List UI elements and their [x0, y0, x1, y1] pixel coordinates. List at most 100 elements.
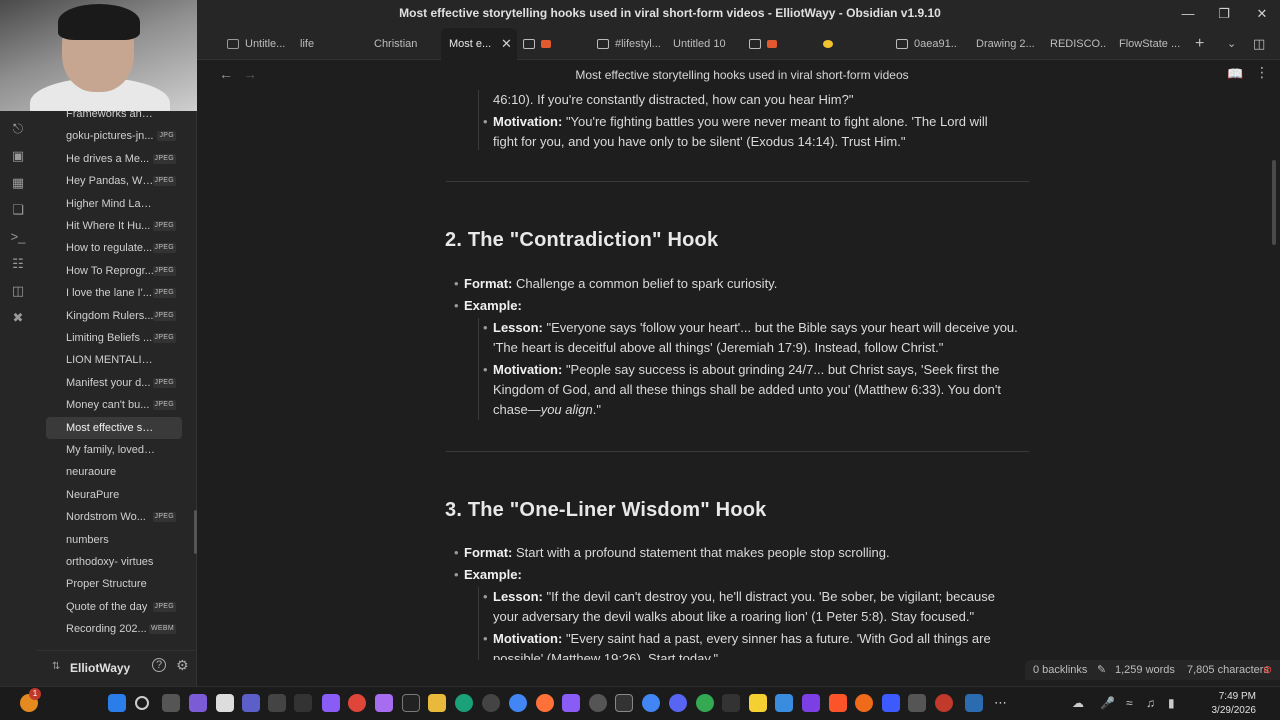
app-icon[interactable]: [375, 694, 393, 712]
tab-untitled-10[interactable]: Untitled 10: [673, 28, 733, 60]
file-item[interactable]: numbers: [46, 529, 182, 551]
file-item[interactable]: Higher Mind Labs 10: [46, 193, 182, 215]
tab-most-effective[interactable]: Most e... ✕: [441, 28, 517, 60]
help-icon[interactable]: ?: [152, 658, 166, 672]
settings-gear-icon[interactable]: ⚙: [176, 657, 189, 674]
app-icon[interactable]: [908, 694, 926, 712]
vault-name[interactable]: ElliotWayy: [70, 661, 130, 675]
file-item[interactable]: Hey Pandas, Wh... JPEG: [46, 170, 182, 192]
battery-icon[interactable]: ▮: [1168, 696, 1175, 710]
vault-switch-icon[interactable]: ⇅: [52, 661, 60, 672]
opera-icon[interactable]: [935, 694, 953, 712]
start-icon[interactable]: [108, 694, 126, 712]
app-icon[interactable]: [722, 694, 740, 712]
file-item[interactable]: My family, loved ones: [46, 439, 182, 461]
obsidian-active-icon[interactable]: [562, 694, 580, 712]
editor-scrollbar[interactable]: [1272, 160, 1276, 245]
tab-flowstate[interactable]: FlowState ...: [1119, 28, 1181, 60]
chrome-icon[interactable]: [642, 694, 660, 712]
microphone-tray-icon[interactable]: 🎤: [1100, 696, 1115, 710]
tab-drawing[interactable]: Drawing 2...: [976, 28, 1036, 60]
file-item[interactable]: goku-pictures-jn... JPG: [46, 125, 182, 147]
maximize-button[interactable]: ❐: [1210, 4, 1238, 24]
task-view-icon[interactable]: [162, 694, 180, 712]
tools-icon[interactable]: ✖: [10, 310, 26, 326]
file-item[interactable]: Recording 202... WEBM: [46, 618, 182, 640]
file-item[interactable]: Manifest your d... JPEG: [46, 372, 182, 394]
tab-redisco[interactable]: REDISCO...: [1050, 28, 1106, 60]
chatgpt-icon[interactable]: [482, 694, 500, 712]
terminal-icon[interactable]: >_: [10, 229, 26, 245]
firefox-icon[interactable]: [536, 694, 554, 712]
reading-view-icon[interactable]: 📖: [1227, 66, 1243, 82]
file-item[interactable]: How to regulate... JPEG: [46, 237, 182, 259]
app-icon[interactable]: [216, 694, 234, 712]
app-icon[interactable]: [802, 694, 820, 712]
tab-life[interactable]: life: [300, 28, 340, 60]
chevron-down-icon[interactable]: ⌄: [1227, 28, 1241, 60]
tab-image-3[interactable]: [823, 28, 853, 60]
app-icon[interactable]: [268, 694, 286, 712]
photos-icon[interactable]: [775, 694, 793, 712]
app-icon[interactable]: [189, 694, 207, 712]
file-item[interactable]: Money can't bu... JPEG: [46, 394, 182, 416]
file-explorer-icon[interactable]: [428, 694, 446, 712]
backlinks-count[interactable]: 0 backlinks: [1033, 660, 1087, 680]
tab-untitled[interactable]: Untitle...: [227, 28, 289, 60]
tab-christian[interactable]: Christian: [374, 28, 434, 60]
app-icon[interactable]: [348, 694, 366, 712]
grid-icon[interactable]: ▦: [10, 175, 26, 191]
file-item[interactable]: How To Reprogr... JPEG: [46, 260, 182, 282]
close-tab-icon[interactable]: ✕: [501, 28, 512, 60]
file-item[interactable]: Hit Where It Hu... JPEG: [46, 215, 182, 237]
file-item[interactable]: NeuraPure: [46, 484, 182, 506]
chrome-profile-icon[interactable]: [696, 694, 714, 712]
note-content[interactable]: 46:10). If you're constantly distracted,…: [197, 90, 1280, 660]
teams-icon[interactable]: [242, 694, 260, 712]
graph-icon[interactable]: ⎋: [10, 121, 26, 137]
file-item[interactable]: Quote of the day JPEG: [46, 596, 182, 618]
app-icon[interactable]: [589, 694, 607, 712]
forward-arrow-icon[interactable]: →: [243, 66, 257, 82]
sidebar-toggle-icon[interactable]: ◫: [1253, 28, 1269, 60]
tab-0aea91[interactable]: 0aea91...: [896, 28, 958, 60]
chrome-icon[interactable]: [509, 694, 527, 712]
obsidian-icon[interactable]: [322, 694, 340, 712]
sync-error-icon[interactable]: ⊘: [1263, 660, 1272, 680]
tray-icon[interactable]: ☁: [1072, 696, 1084, 710]
terminal-app-icon[interactable]: [615, 694, 633, 712]
calendar-icon[interactable]: ☷: [10, 256, 26, 272]
more-apps-icon[interactable]: ⋯: [994, 695, 1007, 711]
app-icon[interactable]: [882, 694, 900, 712]
system-clock[interactable]: 7:49 PM 3/29/2026: [1212, 690, 1257, 718]
volume-icon[interactable]: ♫: [1146, 696, 1155, 710]
file-item[interactable]: He drives a Me... JPEG: [46, 148, 182, 170]
file-item[interactable]: Most effective storyt...: [46, 416, 182, 439]
more-options-icon[interactable]: ⋮: [1255, 64, 1269, 81]
app-icon[interactable]: [294, 694, 312, 712]
file-item[interactable]: Kingdom Rulers... JPEG: [46, 305, 182, 327]
file-item[interactable]: Frameworks and App...: [46, 111, 182, 125]
file-item[interactable]: Nordstrom Wo... JPEG: [46, 506, 182, 528]
tab-image-1[interactable]: [523, 28, 563, 60]
minimize-button[interactable]: —: [1174, 4, 1202, 24]
file-item[interactable]: Limiting Beliefs ... JPEG: [46, 327, 182, 349]
close-window-button[interactable]: ✕: [1248, 4, 1276, 24]
search-icon[interactable]: [135, 696, 149, 710]
discord-icon[interactable]: [669, 694, 687, 712]
file-item[interactable]: I love the lane I'... JPEG: [46, 282, 182, 304]
new-tab-icon[interactable]: +: [1195, 28, 1211, 60]
file-item[interactable]: Proper Structure: [46, 573, 182, 595]
meta-icon[interactable]: [965, 694, 983, 712]
sticky-notes-icon[interactable]: [749, 694, 767, 712]
file-item[interactable]: orthodoxy- virtues: [46, 551, 182, 573]
edge-icon[interactable]: [455, 694, 473, 712]
file-item[interactable]: LION MENTALITY ME...: [46, 349, 182, 371]
wifi-icon[interactable]: ≈: [1126, 696, 1133, 710]
file-item[interactable]: neuraoure: [46, 461, 182, 483]
brave-icon[interactable]: [829, 694, 847, 712]
tab-lifestyle[interactable]: #lifestyl...: [597, 28, 663, 60]
notion-icon[interactable]: [402, 694, 420, 712]
app-icon[interactable]: [855, 694, 873, 712]
tab-image-2[interactable]: [749, 28, 789, 60]
